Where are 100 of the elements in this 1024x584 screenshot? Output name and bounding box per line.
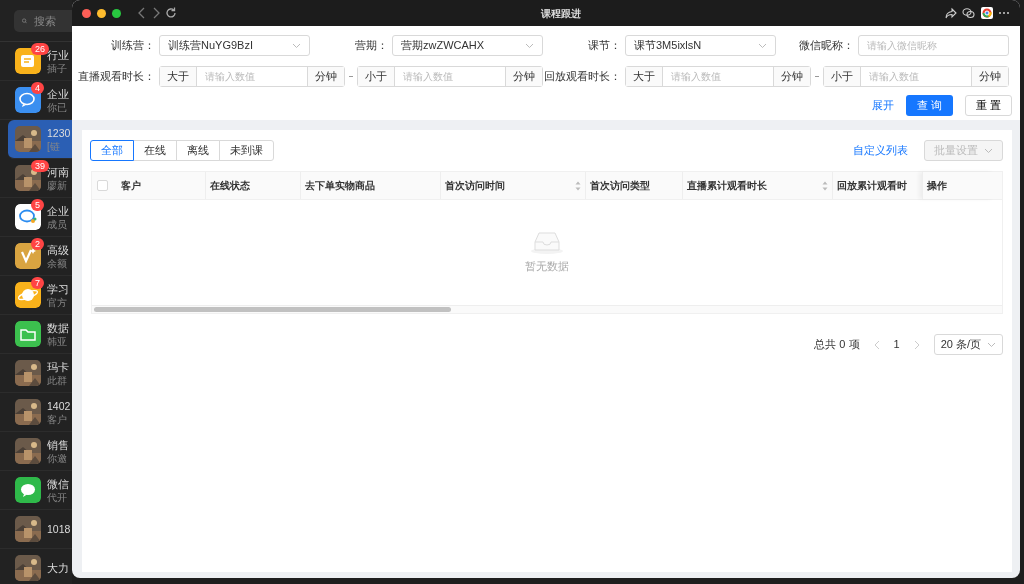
chat-preview: 代开 — [47, 490, 68, 504]
unit-label: 分钟 — [971, 67, 1008, 86]
chat-item[interactable]: 大力 — [0, 549, 72, 584]
search-field[interactable]: 搜索 — [14, 10, 72, 32]
select-all-checkbox[interactable] — [97, 180, 108, 191]
chat-icon — [15, 87, 41, 113]
range-field[interactable]: 大于 请输入数值 分钟 — [159, 66, 345, 87]
filter-tab[interactable]: 离线 — [176, 140, 220, 161]
chat-title: 行业 — [47, 47, 69, 62]
column-header: 在线状态 — [205, 172, 300, 199]
chat-preview: 你已 — [47, 100, 68, 114]
column-header: 客户 — [120, 179, 142, 193]
filter-label: 微信昵称： — [798, 37, 855, 53]
range-prefix: 小于 — [358, 67, 395, 86]
select-field[interactable]: 课节3M5ixlsN — [625, 35, 776, 56]
chat-title: 微信 — [47, 476, 69, 491]
column-header: 直播累计观看时长 — [682, 172, 832, 199]
chat-item[interactable]: 1230 [链 — [8, 120, 72, 159]
unread-badge: 7 — [31, 277, 44, 289]
chat-title: 1230 — [47, 125, 71, 140]
filter-label: 营期： — [354, 37, 389, 53]
share-icon[interactable] — [944, 7, 957, 19]
message-icon — [15, 477, 41, 503]
caret-icon — [984, 147, 993, 154]
range-dash — [349, 76, 353, 77]
filter-label: 回放观看时长： — [543, 68, 622, 84]
query-button[interactable]: 查 询 — [906, 95, 953, 116]
expand-link[interactable]: 展开 — [872, 97, 894, 114]
chat-item[interactable]: 玛卡 此群 — [0, 354, 72, 393]
filter-label: 训练营： — [110, 37, 156, 53]
chat-preview: 客户 — [47, 412, 68, 426]
column-header: 首次访问类型 — [585, 172, 682, 199]
unread-badge: 5 — [31, 199, 44, 211]
column-header: 去下单实物商品 — [300, 172, 440, 199]
column-header: 回放累计观看时 — [832, 172, 922, 199]
caret-icon — [987, 341, 996, 348]
unit-label: 分钟 — [773, 67, 810, 86]
forward-icon[interactable] — [151, 7, 160, 19]
chat-title: 销售 — [47, 437, 69, 452]
range-field[interactable]: 小于 请输入数值 分钟 — [357, 66, 543, 87]
custom-columns-link[interactable]: 自定义列表 — [852, 142, 908, 159]
reset-button[interactable]: 重 置 — [965, 95, 1012, 116]
browser-icon[interactable] — [980, 7, 993, 19]
range-prefix: 大于 — [626, 67, 663, 86]
chat-item[interactable]: 2 高级 余额 — [0, 237, 72, 276]
range-prefix: 大于 — [160, 67, 197, 86]
range-dash — [815, 76, 819, 77]
chat-title: 1018 — [47, 522, 71, 536]
caret-icon — [525, 42, 534, 49]
filter-tab[interactable]: 全部 — [90, 140, 134, 161]
chat-preview: 此群 — [47, 373, 68, 387]
chat-title: 企业 — [47, 86, 69, 101]
unit-label: 分钟 — [307, 67, 344, 86]
chat-preview: 你邀 — [47, 451, 68, 465]
range-field[interactable]: 大于 请输入数值 分钟 — [625, 66, 811, 87]
unread-badge: 26 — [31, 43, 49, 55]
range-field[interactable]: 小于 请输入数值 分钟 — [823, 66, 1009, 87]
unread-badge: 2 — [31, 238, 44, 250]
chat-item[interactable]: 数据 韩亚 — [0, 315, 72, 354]
chat-item[interactable]: 1402 客户 — [0, 393, 72, 432]
search-input[interactable]: 搜索 — [32, 11, 72, 31]
page-number[interactable]: 1 — [893, 336, 900, 353]
chat-preview: [链 — [47, 139, 61, 153]
select-field[interactable]: 训练营NuYG9BzI — [159, 35, 310, 56]
filter-label: 课节： — [587, 37, 622, 53]
select-field[interactable]: 营期zwZWCAHX — [392, 35, 543, 56]
chat-item[interactable]: 7 学习 官方 — [0, 276, 72, 315]
filter-tab[interactable]: 在线 — [133, 140, 177, 161]
chat-title: 1402 — [47, 398, 71, 413]
chat-icon[interactable] — [962, 7, 975, 19]
empty-inbox-icon — [530, 230, 564, 255]
back-icon[interactable] — [138, 7, 146, 19]
chat-item[interactable]: 销售 你邀 — [0, 432, 72, 471]
chat-title: 玛卡 — [47, 359, 69, 374]
refresh-icon[interactable] — [165, 7, 177, 19]
caret-icon — [758, 42, 767, 49]
column-header: 操作 — [922, 172, 994, 199]
page-size-select[interactable]: 20 条/页 — [933, 334, 1003, 355]
chat-title: 大力 — [47, 561, 69, 575]
unit-label: 分钟 — [505, 67, 542, 86]
column-header: 首次访问时间 — [440, 172, 585, 199]
chat-title: 学习 — [47, 281, 69, 296]
folder-icon — [15, 321, 41, 347]
chat-title: 数据 — [47, 320, 69, 335]
scrollbar-thumb[interactable] — [94, 307, 451, 312]
chat-preview: 韩亚 — [47, 334, 68, 348]
chat-title: 河南 — [47, 164, 69, 179]
caret-icon — [292, 42, 301, 49]
chat-item[interactable]: 微信 代开 — [0, 471, 72, 510]
chat-preview: 官方 — [47, 295, 68, 309]
empty-text: 暂无数据 — [525, 259, 569, 275]
range-prefix: 小于 — [824, 67, 861, 86]
chat-item[interactable]: 5 企业 成员 — [0, 198, 72, 237]
chat-item[interactable]: 1018 — [0, 510, 72, 549]
filter-label: 直播观看时长： — [77, 68, 156, 84]
filter-tab[interactable]: 未到课 — [219, 140, 274, 161]
chat-title: 企业 — [47, 203, 69, 218]
sparkle-icon — [15, 243, 41, 269]
planet-icon — [15, 282, 41, 308]
chat-icon — [15, 204, 41, 230]
